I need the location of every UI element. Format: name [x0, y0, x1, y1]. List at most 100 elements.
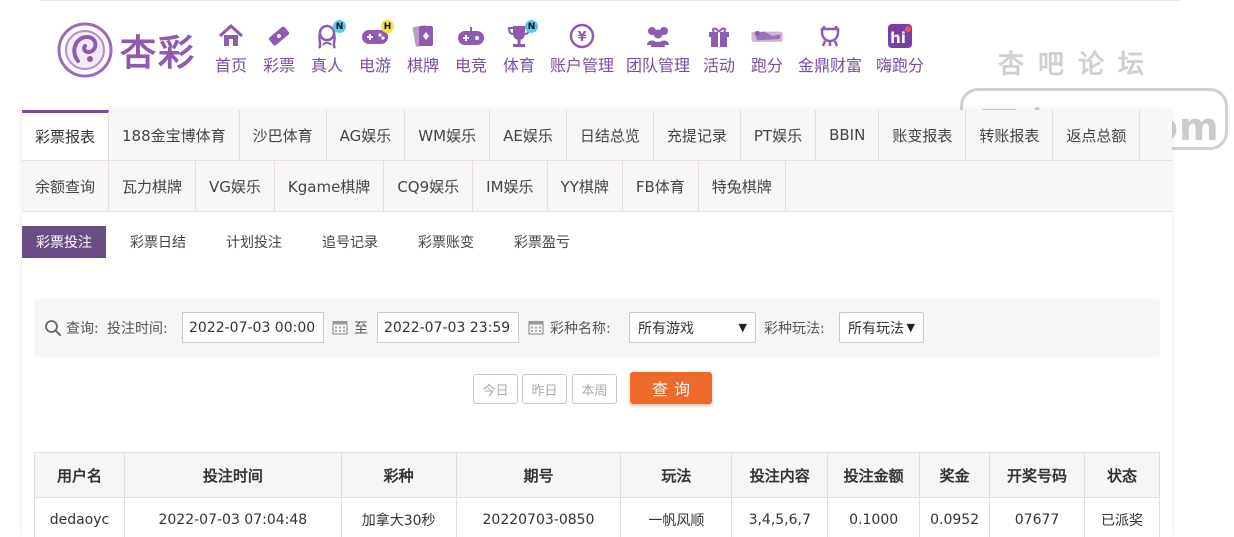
nav-item-9[interactable]: 活动 [702, 22, 736, 78]
nav-badge: N [525, 20, 538, 33]
esports-controller-icon [454, 22, 488, 50]
gamepad-icon: H [358, 20, 394, 50]
nav-item-7[interactable]: ¥ 账户管理 [550, 22, 614, 78]
column-header[interactable]: 期号 [455, 452, 622, 498]
lottery-ticket-icon [262, 22, 296, 50]
nav-item-label: 电竞 [454, 56, 487, 75]
nav-item-label: 金鼎财富 [798, 56, 863, 75]
end-time-input[interactable] [377, 312, 519, 343]
header: 杏彩 首页 彩票 N 真人 H 电游 棋牌 电竞 N 体育 ¥ 账户管理 团队管理 活动 跑分 金鼎财富 hi 嗨… [0, 0, 1234, 150]
nav-item-5[interactable]: 电竞 [454, 22, 488, 78]
calendar-icon[interactable] [332, 319, 348, 335]
status-cell: 已派奖 [1084, 497, 1160, 537]
play-type-select[interactable]: 所有玩法 ▼ [839, 312, 924, 343]
calendar-icon[interactable] [528, 319, 544, 335]
column-header[interactable]: 状态 [1084, 452, 1160, 498]
nav-badge: H [381, 20, 394, 33]
nav-item-label: 体育 [502, 56, 535, 75]
today-button[interactable]: 今日 [473, 374, 518, 404]
game-select[interactable]: 所有游戏 ▼ [629, 312, 756, 343]
column-header[interactable]: 玩法 [620, 452, 733, 498]
tab-tabs-row2-5[interactable]: IM娱乐 [473, 161, 548, 211]
subtab-4[interactable]: 彩票账变 [404, 226, 488, 258]
nav-item-1[interactable]: 彩票 [262, 22, 296, 78]
tab-tabs-row1-2[interactable]: 沙巴体育 [240, 110, 327, 160]
search-icon [45, 320, 61, 336]
yesterday-button[interactable]: 昨日 [522, 374, 567, 404]
table-cell: dedaoyc [34, 497, 125, 537]
report-tabs-row-2: 余额查询 瓦力棋牌 VG娱乐 Kgame棋牌 CQ9娱乐 IM娱乐 YY棋牌 FB体育 特兔棋牌 [22, 161, 786, 211]
play-type-label: 彩种玩法: [764, 321, 825, 337]
tab-tabs-row1-10[interactable]: 账变报表 [879, 110, 967, 160]
table-cell: 2022-07-03 07:04:48 [123, 497, 342, 537]
nav-badge: N [333, 20, 346, 33]
tab-tabs-row2-7[interactable]: FB体育 [623, 161, 699, 211]
svg-text:¥: ¥ [577, 30, 586, 45]
nav-item-3[interactable]: H 电游 [358, 20, 394, 78]
tab-tabs-row1-11[interactable]: 转账报表 [966, 110, 1054, 160]
tab-tabs-row1-12[interactable]: 返点总额 [1053, 110, 1141, 160]
tab-tabs-row1-3[interactable]: AG娱乐 [327, 110, 406, 160]
nav-item-6[interactable]: N 体育 [502, 20, 538, 78]
tab-tabs-row2-4[interactable]: CQ9娱乐 [384, 161, 474, 211]
gift-icon [702, 22, 736, 50]
report-tabs: 彩票报表 188金宝博体育 沙巴体育 AG娱乐 WM娱乐 AE娱乐 日结总览 充提记录 PT娱乐… [22, 110, 1172, 212]
nav-item-label: 彩票 [262, 56, 295, 75]
nav-item-label: 嗨跑分 [876, 56, 925, 75]
tab-tabs-row1-6[interactable]: 日结总览 [567, 110, 654, 160]
tab-tabs-row1-0[interactable]: 彩票报表 [22, 110, 110, 160]
nav-item-2[interactable]: N 真人 [310, 20, 346, 78]
query-label: 查询: [66, 321, 99, 337]
this-week-button[interactable]: 本周 [572, 374, 617, 404]
nav-item-12[interactable]: hi 嗨跑分 [876, 22, 924, 78]
lottery-subtabs: 彩票投注 彩票日结 计划投注 追号记录 彩票账变 彩票盈亏 [22, 226, 596, 258]
column-header[interactable]: 用户名 [34, 452, 125, 498]
table-header-row: 用户名 投注时间 彩种 期号 玩法 投注内容 投注金额 奖金 开奖号码 状态 [34, 452, 1160, 498]
tab-tabs-row2-1[interactable]: 瓦力棋牌 [109, 161, 197, 211]
column-header[interactable]: 奖金 [919, 452, 991, 498]
nav-item-8[interactable]: 团队管理 [626, 22, 690, 78]
nav-item-label: 活动 [703, 56, 736, 75]
nav-item-label: 首页 [214, 56, 247, 75]
logo[interactable]: 杏彩 [56, 18, 212, 82]
start-time-input[interactable] [182, 312, 324, 343]
subtab-0[interactable]: 彩票投注 [22, 226, 106, 258]
query-bar: 查询: 投注时间: 至 彩种名称: 所有游戏 ▼ 彩种玩法: 所有玩法 [34, 299, 1160, 357]
nav-item-11[interactable]: 金鼎财富 [798, 22, 862, 78]
column-header[interactable]: 开奖号码 [989, 452, 1086, 498]
tab-tabs-row2-0[interactable]: 余额查询 [22, 161, 110, 211]
table-row[interactable]: dedaoyc 2022-07-03 07:04:48 加拿大30秒 20220703… [34, 497, 1160, 537]
nav-item-10[interactable]: 跑分 [750, 22, 784, 78]
report-panel: 彩票报表 188金宝博体育 沙巴体育 AG娱乐 WM娱乐 AE娱乐 日结总览 充提记录 PT娱乐… [22, 110, 1172, 537]
hi-app-icon: hi [883, 22, 917, 50]
nav-item-4[interactable]: 棋牌 [406, 22, 440, 78]
header-divider [40, 0, 1180, 1]
tab-tabs-row2-2[interactable]: VG娱乐 [196, 161, 275, 211]
subtab-3[interactable]: 追号记录 [308, 226, 392, 258]
tab-tabs-row1-4[interactable]: WM娱乐 [405, 110, 491, 160]
chevron-down-icon: ▼ [738, 321, 747, 334]
table-cell: 0.0952 [919, 497, 991, 537]
ding-icon [813, 22, 847, 50]
tab-tabs-row1-5[interactable]: AE娱乐 [490, 110, 567, 160]
tab-tabs-row2-8[interactable]: 特兔棋牌 [699, 161, 786, 211]
search-button[interactable]: 查询 [630, 372, 712, 404]
subtab-2[interactable]: 计划投注 [212, 226, 296, 258]
tab-tabs-row2-6[interactable]: YY棋牌 [548, 161, 623, 211]
game-select-value: 所有游戏 [638, 320, 694, 337]
nav-item-label: 棋牌 [406, 56, 439, 75]
column-header[interactable]: 投注金额 [827, 452, 921, 498]
main-nav: 首页 彩票 N 真人 H 电游 棋牌 电竞 N 体育 ¥ 账户管理 团队管理 活动 跑分 金鼎财富 hi 嗨跑分 [214, 20, 924, 78]
column-header[interactable]: 投注内容 [731, 452, 829, 498]
column-header[interactable]: 彩种 [340, 452, 457, 498]
tab-tabs-row1-1[interactable]: 188金宝博体育 [109, 110, 240, 160]
tab-tabs-row1-9[interactable]: BBIN [816, 110, 880, 160]
subtab-1[interactable]: 彩票日结 [116, 226, 200, 258]
column-header[interactable]: 投注时间 [123, 452, 342, 498]
tab-tabs-row1-8[interactable]: PT娱乐 [741, 110, 817, 160]
tab-tabs-row1-7[interactable]: 充提记录 [654, 110, 741, 160]
subtab-5[interactable]: 彩票盈亏 [500, 226, 584, 258]
nav-item-0[interactable]: 首页 [214, 22, 248, 78]
nav-item-label: 跑分 [751, 56, 784, 75]
tab-tabs-row2-3[interactable]: Kgame棋牌 [275, 161, 385, 211]
